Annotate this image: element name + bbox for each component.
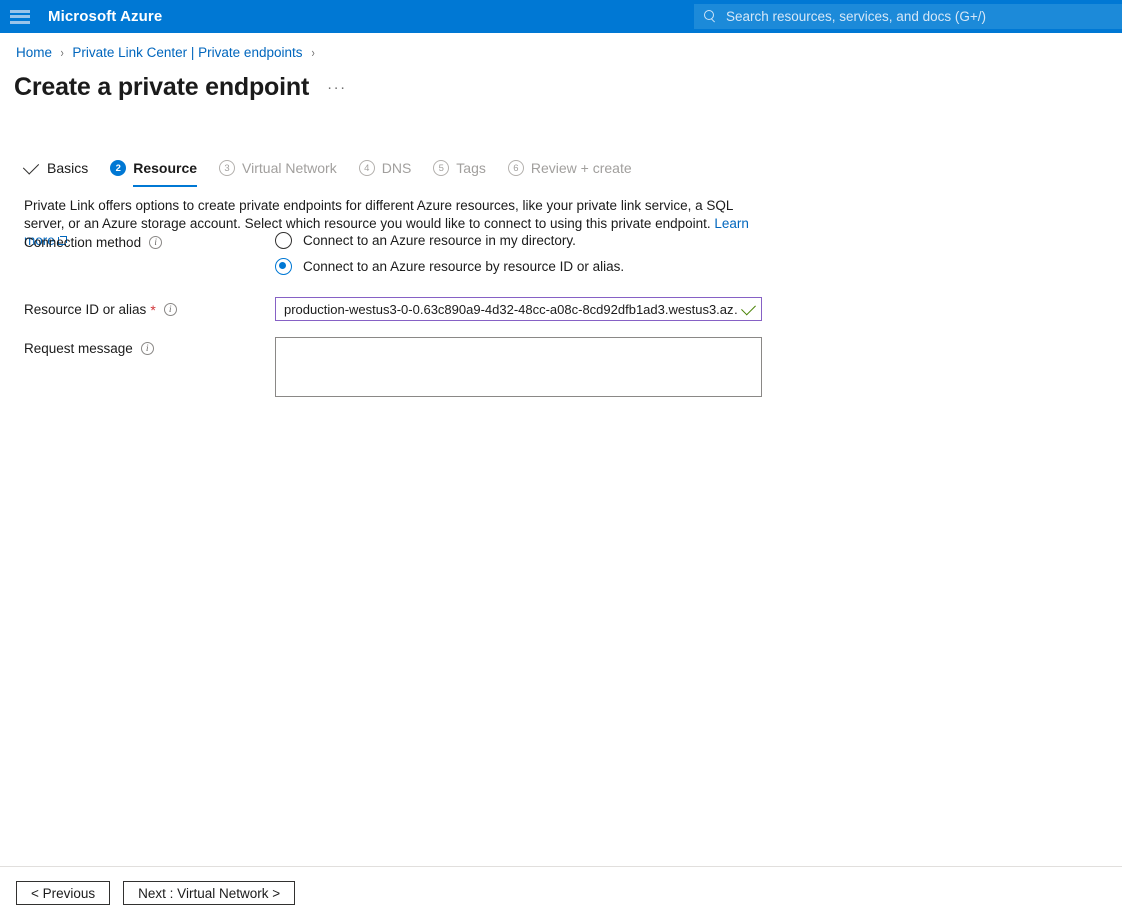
footer-divider xyxy=(0,866,1122,867)
tab-virtual-network-number: 3 xyxy=(219,160,235,176)
tab-virtual-network-label: Virtual Network xyxy=(242,160,337,176)
section-description-text: Private Link offers options to create pr… xyxy=(24,198,733,231)
tab-resource-number: 2 xyxy=(110,160,126,176)
tab-resource-label: Resource xyxy=(133,160,197,176)
azure-top-header: Microsoft Azure Search resources, servic… xyxy=(0,0,1122,33)
tab-dns-number: 4 xyxy=(359,160,375,176)
tab-resource[interactable]: 2 Resource xyxy=(110,155,197,181)
request-message-info-icon[interactable]: i xyxy=(141,342,154,355)
radio-connect-directory-label: Connect to an Azure resource in my direc… xyxy=(303,233,576,248)
search-icon xyxy=(704,10,717,23)
page-title: Create a private endpoint xyxy=(14,72,309,102)
tab-dns[interactable]: 4 DNS xyxy=(359,155,412,181)
resource-id-label: Resource ID or alias xyxy=(24,302,146,317)
wizard-footer: < Previous Next : Virtual Network > xyxy=(16,881,295,905)
global-search-box[interactable]: Search resources, services, and docs (G+… xyxy=(694,4,1122,29)
request-message-label: Request message xyxy=(24,341,133,356)
tab-basics[interactable]: Basics xyxy=(24,155,88,181)
search-input-placeholder: Search resources, services, and docs (G+… xyxy=(726,9,986,24)
next-button[interactable]: Next : Virtual Network > xyxy=(123,881,295,905)
breadcrumb: Home › Private Link Center | Private end… xyxy=(16,45,323,60)
breadcrumb-item-private-link-center[interactable]: Private Link Center | Private endpoints xyxy=(72,45,302,60)
tab-tags-label: Tags xyxy=(456,160,486,176)
tab-tags-number: 5 xyxy=(433,160,449,176)
resource-id-input[interactable]: production-westus3-0-0.63c890a9-4d32-48c… xyxy=(275,297,762,321)
wizard-tabs: Basics 2 Resource 3 Virtual Network 4 DN… xyxy=(24,155,654,181)
validation-checkmark-icon xyxy=(741,300,756,315)
breadcrumb-separator-icon: › xyxy=(61,45,64,60)
hamburger-menu-icon[interactable] xyxy=(10,10,30,24)
connection-method-label: Connection method xyxy=(24,235,141,250)
resource-id-input-value: production-westus3-0-0.63c890a9-4d32-48c… xyxy=(284,302,738,317)
active-tab-underline xyxy=(133,185,197,188)
connection-method-info-icon[interactable]: i xyxy=(149,236,162,249)
more-actions-button[interactable]: ··· xyxy=(327,79,347,96)
request-message-textarea[interactable] xyxy=(275,337,762,397)
radio-connect-directory-control[interactable] xyxy=(275,232,292,249)
radio-connect-resource-id[interactable]: Connect to an Azure resource by resource… xyxy=(275,258,624,275)
tab-virtual-network[interactable]: 3 Virtual Network xyxy=(219,155,337,181)
tab-dns-label: DNS xyxy=(382,160,412,176)
resource-id-info-icon[interactable]: i xyxy=(164,303,177,316)
breadcrumb-separator-icon-2: › xyxy=(311,45,314,60)
check-icon xyxy=(23,158,39,174)
tab-review-create-label: Review + create xyxy=(531,160,632,176)
previous-button[interactable]: < Previous xyxy=(16,881,110,905)
tab-basics-label: Basics xyxy=(47,160,88,176)
radio-connect-resource-id-label: Connect to an Azure resource by resource… xyxy=(303,259,624,274)
tab-tags[interactable]: 5 Tags xyxy=(433,155,486,181)
request-message-label-row: Request message i xyxy=(24,341,154,356)
required-asterisk: * xyxy=(150,305,155,315)
resource-id-label-row: Resource ID or alias * i xyxy=(24,302,177,317)
brand-title[interactable]: Microsoft Azure xyxy=(48,8,162,25)
page-title-row: Create a private endpoint ··· xyxy=(14,72,347,102)
tab-review-create[interactable]: 6 Review + create xyxy=(508,155,632,181)
radio-connect-resource-id-control[interactable] xyxy=(275,258,292,275)
connection-method-label-row: Connection method i xyxy=(24,235,162,250)
breadcrumb-item-home[interactable]: Home xyxy=(16,45,52,60)
tab-review-create-number: 6 xyxy=(508,160,524,176)
radio-connect-directory[interactable]: Connect to an Azure resource in my direc… xyxy=(275,232,576,249)
